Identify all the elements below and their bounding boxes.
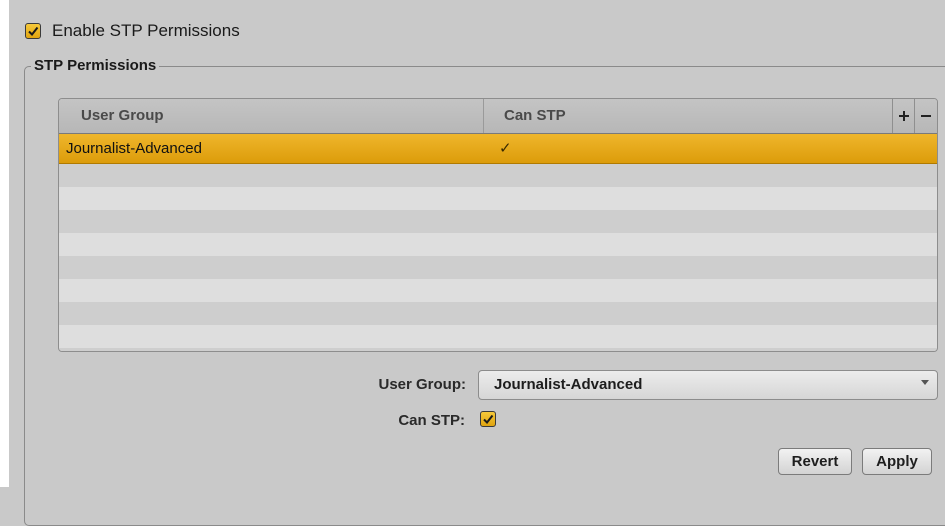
remove-row-button[interactable] — [914, 99, 937, 133]
apply-button[interactable]: Apply — [862, 448, 932, 475]
user-group-select[interactable]: Journalist-Advanced — [478, 370, 938, 400]
can-stp-label: Can STP: — [398, 412, 465, 429]
dropdown-arrow-icon — [921, 380, 929, 385]
plus-icon — [899, 111, 909, 121]
minus-icon — [921, 115, 931, 117]
add-row-button[interactable] — [892, 99, 915, 133]
cell-can-stp: ✓ — [499, 140, 512, 157]
cell-user-group: Journalist-Advanced — [66, 140, 202, 157]
column-header-user-group[interactable]: User Group — [59, 99, 484, 133]
checkmark-icon — [483, 414, 494, 425]
user-group-select-value: Journalist-Advanced — [494, 376, 643, 393]
stp-permissions-title: STP Permissions — [31, 57, 160, 74]
empty-row — [59, 187, 937, 210]
empty-row — [59, 348, 937, 351]
empty-row — [59, 256, 937, 279]
table-body: Journalist-Advanced ✓ — [59, 134, 937, 351]
enable-stp-label: Enable STP Permissions — [52, 21, 240, 40]
empty-row — [59, 325, 937, 348]
user-group-label: User Group: — [378, 376, 466, 393]
empty-row — [59, 233, 937, 256]
window-edge — [0, 0, 9, 487]
empty-row — [59, 279, 937, 302]
column-header-can-stp[interactable]: Can STP — [484, 99, 881, 133]
checkmark-icon — [28, 26, 39, 37]
enable-stp-checkbox[interactable] — [25, 23, 41, 39]
revert-button[interactable]: Revert — [778, 448, 852, 475]
table-header: User Group Can STP — [59, 99, 937, 134]
permissions-table: User Group Can STP Journalist-Advanced ✓ — [58, 98, 938, 352]
table-row[interactable]: Journalist-Advanced ✓ — [59, 134, 937, 164]
empty-row — [59, 302, 937, 325]
can-stp-checkbox[interactable] — [480, 411, 496, 427]
empty-row — [59, 164, 937, 187]
empty-row — [59, 210, 937, 233]
